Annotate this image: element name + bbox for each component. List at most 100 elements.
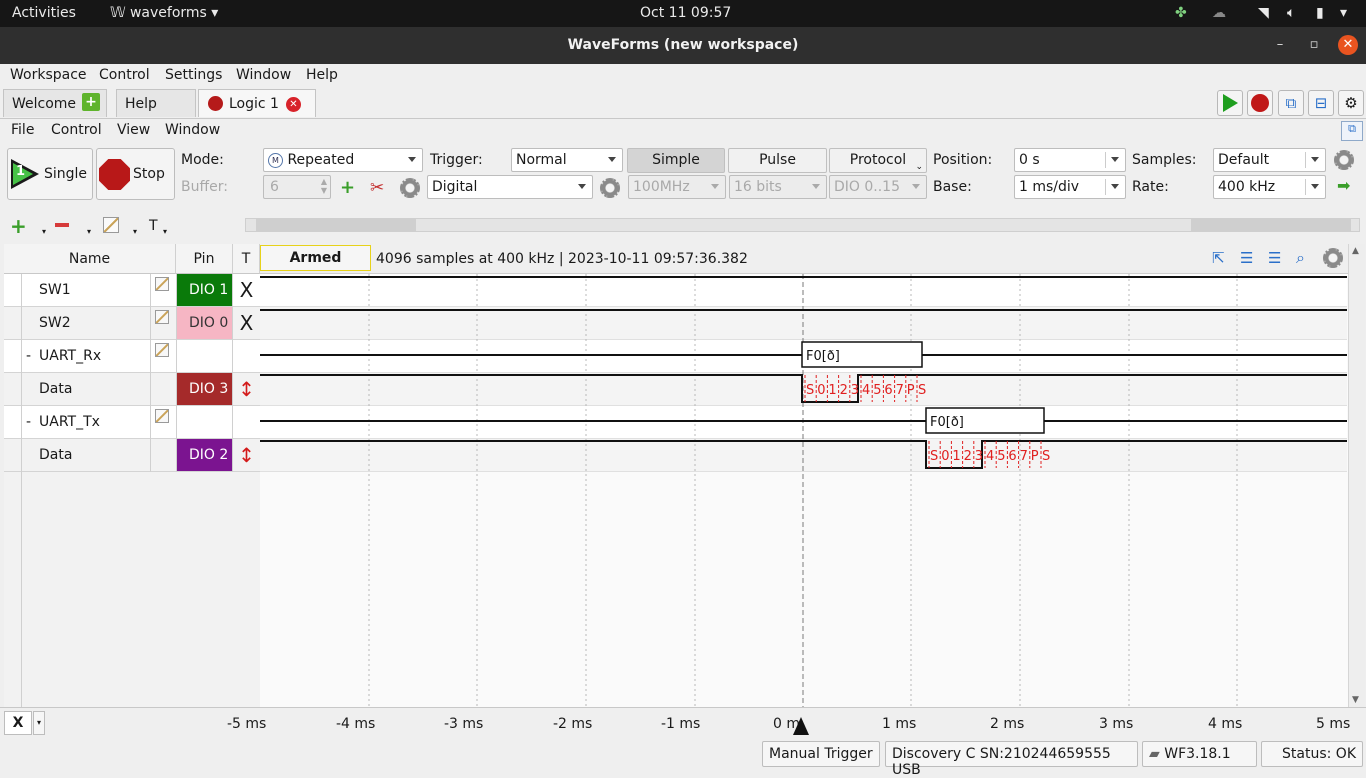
collapse-toggle[interactable]: - — [26, 414, 31, 430]
run-button[interactable] — [1217, 90, 1243, 116]
cursor-icon[interactable]: ⇱ — [1212, 249, 1225, 267]
cascade-windows-icon[interactable]: ⧉ — [1278, 90, 1304, 116]
single-button[interactable]: 1 Single — [7, 148, 93, 200]
trigger-marker-icon[interactable] — [793, 717, 809, 735]
pin-badge[interactable]: DIO 2 — [176, 439, 232, 471]
dock-icon[interactable]: ⧉ — [1341, 121, 1363, 141]
channel-row-tx-data[interactable]: Data DIO 2 ↕ — [4, 439, 260, 472]
base-select[interactable]: 1 ms/div — [1014, 175, 1126, 199]
channel-row-uart-rx[interactable]: - UART_Rx — [4, 340, 260, 373]
remove-channel-icon[interactable] — [55, 223, 69, 227]
submenu-view[interactable]: View — [117, 122, 150, 138]
vertical-scrollbar[interactable]: ▲ ▼ — [1348, 244, 1365, 707]
stop-button[interactable]: Stop — [96, 148, 175, 200]
trigger-x-icon[interactable]: X — [233, 274, 260, 306]
spin-arrows-icon[interactable]: ▲ ▼ — [321, 177, 327, 195]
battery-icon[interactable]: ▮ — [1316, 5, 1324, 21]
menu-settings[interactable]: Settings — [165, 67, 222, 83]
menu-window[interactable]: Window — [236, 67, 291, 83]
scroll-up-icon[interactable]: ▲ — [1352, 246, 1359, 256]
arrow-right-icon[interactable]: ➡ — [1337, 176, 1350, 195]
pin-badge[interactable]: DIO 0 — [176, 307, 232, 339]
activities-button[interactable]: Activities — [12, 5, 76, 21]
wifi-icon[interactable]: ◥ — [1258, 5, 1269, 21]
submenu-control[interactable]: Control — [51, 122, 102, 138]
edit-icon[interactable] — [155, 277, 169, 291]
position-input[interactable]: 0 s — [1014, 148, 1126, 172]
pulse-trigger-button[interactable]: Pulse — [728, 148, 827, 173]
add-channel-icon[interactable]: + — [10, 214, 27, 238]
waveform-canvas[interactable]: F0[ð] F0[ð] S01234567PS S01234567PS — [260, 244, 1348, 707]
x-axis-button[interactable]: X — [4, 711, 32, 735]
tab-help[interactable]: Help — [116, 89, 196, 117]
channel-row-rx-data[interactable]: Data DIO 3 ↕ — [4, 373, 260, 406]
samples-gear-icon[interactable] — [1334, 150, 1354, 170]
pin-badge[interactable]: DIO 3 — [176, 373, 232, 405]
edit-icon[interactable] — [155, 343, 169, 357]
scroll-down-icon[interactable]: ▼ — [1352, 695, 1359, 705]
rate-select[interactable]: 400 kHz — [1213, 175, 1326, 199]
t-menu[interactable]: T — [149, 218, 158, 234]
list-icon[interactable]: ☰ — [1268, 249, 1281, 267]
channel-row-uart-tx[interactable]: - UART_Tx — [4, 406, 260, 439]
trigger-x-icon[interactable]: X — [233, 307, 260, 339]
stop-all-button[interactable] — [1247, 90, 1273, 116]
align-icon[interactable]: ☰ — [1240, 249, 1253, 267]
menu-workspace[interactable]: Workspace — [10, 67, 87, 83]
minimize-button[interactable]: – — [1269, 34, 1291, 56]
volume-icon[interactable]: 🔈︎ — [1287, 5, 1295, 21]
t-column-header[interactable]: T — [233, 244, 260, 274]
x-axis-dropdown-icon[interactable]: ▾ — [33, 711, 45, 735]
pin-badge[interactable]: DIO 1 — [176, 274, 232, 306]
maximize-button[interactable]: ▫ — [1303, 34, 1325, 56]
close-tab-icon[interactable]: ✕ — [286, 97, 301, 112]
cloud-icon[interactable]: ☁ — [1212, 5, 1226, 21]
bits-select[interactable]: 16 bits — [729, 175, 827, 199]
app-menu[interactable]: 𝕎 waveforms ▾ — [110, 5, 218, 21]
device-info[interactable]: Discovery C SN:210244659555 USB — [885, 741, 1138, 778]
trigger-edge-icon[interactable]: ↕ — [233, 439, 260, 471]
tile-windows-icon[interactable]: ⊟ — [1308, 90, 1334, 116]
settings-gear-icon[interactable]: ⚙ — [1338, 90, 1364, 116]
tab-welcome[interactable]: Welcome + — [3, 89, 107, 117]
system-menu-chevron-icon[interactable]: ▾ — [1340, 5, 1347, 21]
buffer-spinbox[interactable]: 6 ▲ ▼ — [263, 175, 331, 199]
samples-select[interactable]: Default — [1213, 148, 1326, 172]
simple-trigger-button[interactable]: Simple — [627, 148, 725, 173]
plot-gear-icon[interactable] — [1323, 248, 1343, 268]
manual-trigger-button[interactable]: Manual Trigger — [762, 741, 880, 767]
trigger-edge-icon[interactable]: ↕ — [233, 373, 260, 405]
submenu-window[interactable]: Window — [165, 122, 220, 138]
add-buffer-icon[interactable]: + — [340, 177, 355, 198]
name-column-header[interactable]: Name — [4, 244, 176, 274]
trigger-gear-icon[interactable] — [600, 178, 620, 198]
trigger-source-select[interactable]: Digital — [427, 175, 593, 199]
menu-help[interactable]: Help — [306, 67, 338, 83]
edit-channel-icon[interactable] — [103, 217, 119, 233]
horizontal-scrollbar[interactable] — [245, 218, 1360, 232]
buffer-gear-icon[interactable] — [400, 178, 420, 198]
frequency-select[interactable]: 100MHz — [628, 175, 726, 199]
protocol-trigger-button[interactable]: Protocol ⌄ — [829, 148, 927, 173]
menu-control[interactable]: Control — [99, 67, 150, 83]
scissors-icon[interactable]: ✂ — [370, 178, 384, 198]
tab-logic[interactable]: Logic 1 ✕ — [198, 89, 316, 117]
channel-row-sw1[interactable]: SW1 DIO 1 X — [4, 274, 260, 307]
status-indicator[interactable]: Status: OK — [1261, 741, 1363, 767]
edit-icon[interactable] — [155, 310, 169, 324]
tray-icon[interactable]: ✤ — [1175, 5, 1187, 21]
close-window-button[interactable]: ✕ — [1338, 35, 1358, 55]
submenu-file[interactable]: File — [11, 122, 34, 138]
version-info[interactable]: ▰ WF3.18.1 — [1142, 741, 1257, 767]
channel-row-sw2[interactable]: SW2 DIO 0 X — [4, 307, 260, 340]
edit-icon[interactable] — [155, 409, 169, 423]
pin-column-header[interactable]: Pin — [176, 244, 233, 274]
dio-range-select[interactable]: DIO 0..15 — [829, 175, 927, 199]
zoom-icon[interactable]: ⌕ — [1296, 248, 1305, 268]
trigger-mode-select[interactable]: Normal — [511, 148, 623, 172]
add-icon[interactable]: + — [82, 93, 100, 111]
collapse-toggle[interactable]: - — [26, 348, 31, 364]
scrollbar-thumb[interactable] — [256, 219, 416, 231]
mode-select[interactable]: M Repeated — [263, 148, 423, 172]
clock[interactable]: Oct 11 09:57 — [640, 5, 731, 21]
